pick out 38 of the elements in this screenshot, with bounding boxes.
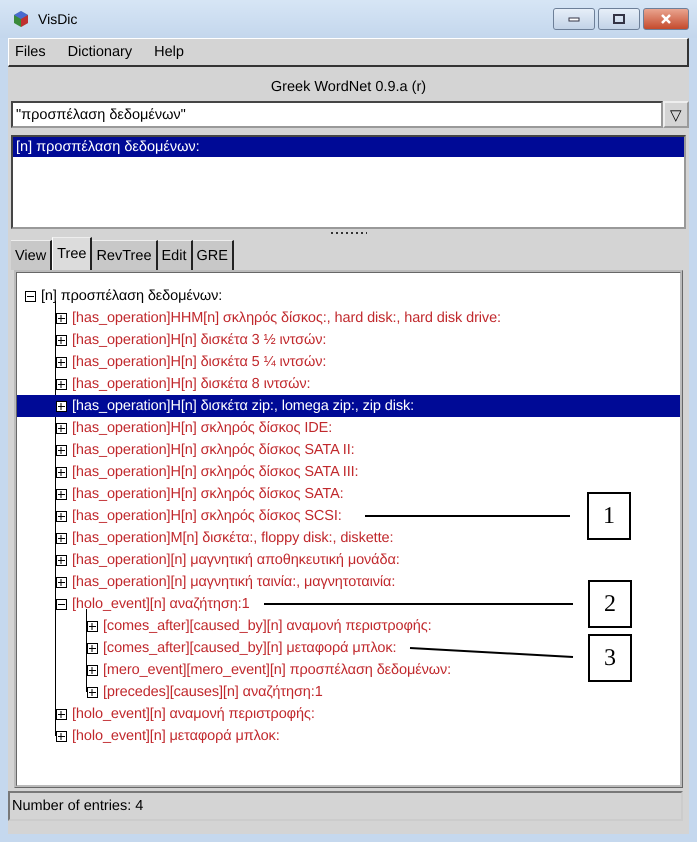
tree-row[interactable]: [comes_after][caused_by][n] μεταφορά μπλοκ:	[17, 637, 396, 659]
callout-label: 3	[588, 634, 632, 682]
tree-row[interactable]: [has_operation]H[n] σκληρός δίσκος SATA:	[17, 483, 344, 505]
tree-row[interactable]: [holo_event][n] αναζήτηση:1	[17, 593, 250, 615]
tab[interactable]: GRE	[192, 240, 234, 270]
tab[interactable]: View	[11, 240, 52, 270]
callout-label: 1	[587, 492, 631, 540]
tree-row[interactable]: [has_operation][n] μαγνητική αποθηκευτική μονάδα:	[17, 549, 400, 571]
dictionary-title: Greek WordNet 0.9.a (r)	[270, 79, 428, 95]
tree-row[interactable]: [holo_event][n] αναμονή περιστροφής:	[17, 703, 315, 725]
menu-item[interactable]: Dictionary	[68, 44, 132, 60]
tab[interactable]: Edit	[158, 240, 193, 270]
tree-row[interactable]: [has_operation]H[n] δισκέτα zip:, lomega zip:, zip disk:	[17, 395, 680, 417]
tree-row[interactable]: [precedes][causes][n] αναζήτηση:1	[17, 681, 323, 703]
tree-row[interactable]: [has_operation]H[n] δισκέτα 8 ιντσών:	[17, 373, 310, 395]
tree-row[interactable]: [n] προσπέλαση δεδομένων:	[17, 285, 222, 307]
tree-row[interactable]: [has_operation]H[n] σκληρός δίσκος SATA II:	[17, 439, 355, 461]
menu-item[interactable]: Files	[15, 44, 46, 60]
tree-row[interactable]: [comes_after][caused_by][n] αναμονή περιστροφής:	[17, 615, 432, 637]
menu-item[interactable]: Help	[154, 44, 184, 60]
tree-row[interactable]: [has_operation]M[n] δισκέτα:, floppy disk:, diskette:	[17, 527, 394, 549]
search-field[interactable]: "προσπέλαση δεδομένων"	[11, 101, 663, 128]
callout-label: 2	[588, 580, 632, 628]
tree-row[interactable]: [holo_event][n] μεταφορά μπλοκ:	[17, 725, 280, 747]
result-item[interactable]: [n] προσπέλαση δεδομένων:	[13, 137, 684, 157]
tree-row[interactable]: [has_operation]H[n] σκληρός δίσκος SATA III:	[17, 461, 358, 483]
tree-row[interactable]: [has_operation]H[n] σκληρός δίσκος IDE:	[17, 417, 332, 439]
tree-row[interactable]: [has_operation][n] μαγνητική ταινία:, μαγνητοταινία:	[17, 571, 396, 593]
tree-row[interactable]: [has_operation]H[n] δισκέτα 5 ¼ ιντσών:	[17, 351, 326, 373]
window-title: VisDic	[38, 11, 78, 27]
dropdown-button[interactable]: ▽	[663, 101, 689, 128]
tree-row[interactable]: [has_operation]H[n] σκληρός δίσκος SCSI:	[17, 505, 342, 527]
tab[interactable]: RevTree	[92, 240, 158, 270]
tree-row[interactable]: [has_operation]H[n] δισκέτα 3 ½ ιντσών:	[17, 329, 326, 351]
tab[interactable]: Tree	[52, 237, 92, 270]
tree-row[interactable]: [mero_event][mero_event][n] προσπέλαση δεδομένων:	[17, 659, 452, 681]
tree-row[interactable]: [has_operation]HHM[n] σκληρός δίσκος:, hard disk:, hard disk drive:	[17, 307, 501, 329]
status-bar: Number of entries: 4	[8, 791, 683, 821]
